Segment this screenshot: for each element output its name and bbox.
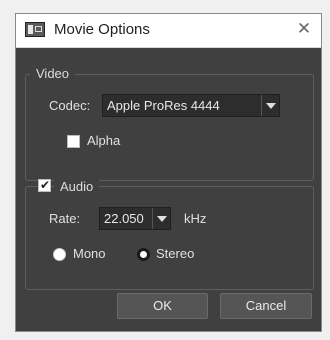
ok-button[interactable]: OK (117, 293, 208, 319)
rate-value: 22.050 (104, 211, 144, 226)
audio-group (25, 186, 314, 290)
codec-label: Codec: (49, 98, 91, 113)
rate-unit: kHz (184, 211, 207, 226)
chevron-down-icon[interactable] (152, 208, 170, 229)
audio-checkbox[interactable]: ✔ (38, 178, 51, 192)
window-title: Movie Options (54, 21, 150, 38)
movie-options-dialog: Movie Options ✕ Video Codec: Apple ProRe… (15, 13, 322, 332)
chevron-down-icon[interactable] (261, 95, 279, 116)
cancel-button[interactable]: Cancel (220, 293, 312, 319)
stereo-radio[interactable] (137, 248, 150, 261)
mono-radio[interactable] (53, 248, 66, 261)
stereo-label: Stereo (156, 246, 195, 261)
checkmark-icon: ✔ (40, 178, 51, 192)
mono-label: Mono (73, 246, 106, 261)
close-icon[interactable]: ✕ (294, 19, 314, 39)
alpha-label: Alpha (87, 133, 121, 148)
codec-dropdown[interactable]: Apple ProRes 4444 (102, 94, 280, 117)
movie-options-icon (25, 22, 45, 37)
rate-label: Rate: (49, 211, 81, 226)
video-group (25, 74, 314, 181)
alpha-checkbox[interactable] (67, 135, 80, 148)
title-bar: Movie Options ✕ (16, 14, 321, 48)
codec-value: Apple ProRes 4444 (107, 98, 220, 113)
rate-dropdown[interactable]: 22.050 (99, 207, 171, 230)
video-group-label: Video (30, 66, 76, 81)
audio-group-label: Audio (54, 179, 100, 194)
